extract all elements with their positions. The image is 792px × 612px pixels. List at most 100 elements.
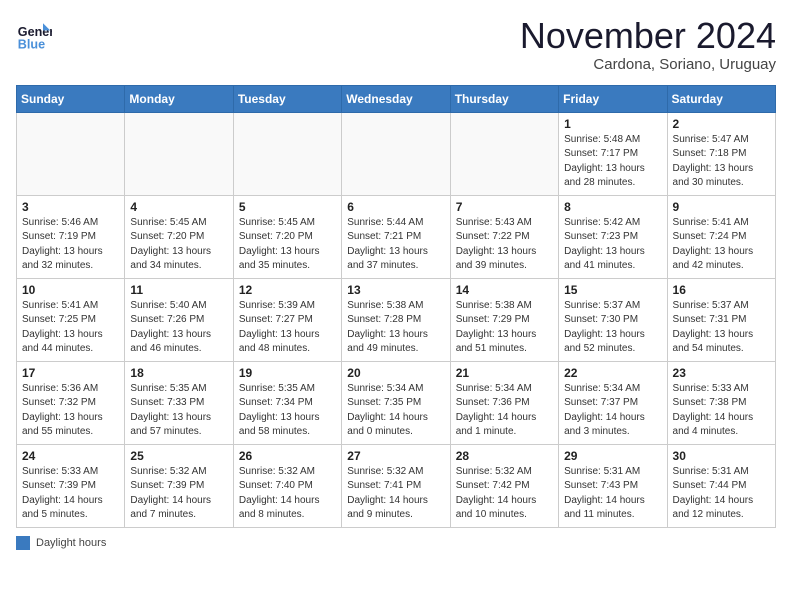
day-info: Sunrise: 5:34 AM Sunset: 7:35 PM Dayligh…	[347, 382, 444, 440]
weekday-tuesday: Tuesday	[233, 85, 341, 112]
day-cell: 20 Sunrise: 5:34 AM Sunset: 7:35 PM Dayli…	[342, 361, 450, 444]
location: Cardona, Soriano, Uruguay	[520, 56, 776, 73]
day-cell: 19 Sunrise: 5:35 AM Sunset: 7:34 PM Dayli…	[233, 361, 341, 444]
day-info: Sunrise: 5:34 AM Sunset: 7:36 PM Dayligh…	[456, 382, 553, 440]
day-info: Sunrise: 5:47 AM Sunset: 7:18 PM Dayligh…	[673, 133, 770, 191]
day-info: Sunrise: 5:35 AM Sunset: 7:34 PM Dayligh…	[239, 382, 336, 440]
weekday-saturday: Saturday	[667, 85, 775, 112]
day-cell: 8Sunrise: 5:42 AM Sunset: 7:23 PM Daylig…	[559, 195, 667, 278]
day-info: Sunrise: 5:42 AM Sunset: 7:23 PM Dayligh…	[564, 216, 661, 274]
day-cell: 10Sunrise: 5:41 AM Sunset: 7:25 PM Dayli…	[17, 278, 125, 361]
day-cell: 18 Sunrise: 5:35 AM Sunset: 7:33 PM Dayli…	[125, 361, 233, 444]
day-info: Sunrise: 5:32 AM Sunset: 7:39 PM Dayligh…	[130, 465, 227, 523]
day-cell: 24 Sunrise: 5:33 AM Sunset: 7:39 PM Dayli…	[17, 444, 125, 527]
day-info: Sunrise: 5:33 AM Sunset: 7:38 PM Dayligh…	[673, 382, 770, 440]
day-info: Sunrise: 5:40 AM Sunset: 7:26 PM Dayligh…	[130, 299, 227, 357]
legend: Daylight hours	[16, 536, 776, 550]
day-cell: 26 Sunrise: 5:32 AM Sunset: 7:40 PM Dayli…	[233, 444, 341, 527]
svg-text:Blue: Blue	[18, 37, 45, 51]
day-info: Sunrise: 5:33 AM Sunset: 7:39 PM Dayligh…	[22, 465, 119, 523]
day-info: Sunrise: 5:32 AM Sunset: 7:40 PM Dayligh…	[239, 465, 336, 523]
legend-label: Daylight hours	[36, 537, 106, 549]
day-cell: 28Sunrise: 5:32 AM Sunset: 7:42 PM Dayli…	[450, 444, 558, 527]
day-cell: 15 Sunrise: 5:37 AM Sunset: 7:30 PM Dayli…	[559, 278, 667, 361]
day-cell: 2 Sunrise: 5:47 AM Sunset: 7:18 PM Daylig…	[667, 112, 775, 195]
day-number: 30	[673, 449, 770, 463]
day-number: 23	[673, 366, 770, 380]
day-info: Sunrise: 5:43 AM Sunset: 7:22 PM Dayligh…	[456, 216, 553, 274]
day-number: 16	[673, 283, 770, 297]
title-block: November 2024 Cardona, Soriano, Uruguay	[520, 16, 776, 73]
day-info: Sunrise: 5:37 AM Sunset: 7:30 PM Dayligh…	[564, 299, 661, 357]
day-info: Sunrise: 5:44 AM Sunset: 7:21 PM Dayligh…	[347, 216, 444, 274]
day-cell	[125, 112, 233, 195]
day-cell: 30 Sunrise: 5:31 AM Sunset: 7:44 PM Dayli…	[667, 444, 775, 527]
page-header: General Blue November 2024 Cardona, Sori…	[16, 16, 776, 73]
day-number: 19	[239, 366, 336, 380]
week-row-3: 10Sunrise: 5:41 AM Sunset: 7:25 PM Dayli…	[17, 278, 776, 361]
day-cell	[233, 112, 341, 195]
day-number: 24	[22, 449, 119, 463]
weekday-header-row: SundayMondayTuesdayWednesdayThursdayFrid…	[17, 85, 776, 112]
day-info: Sunrise: 5:48 AM Sunset: 7:17 PM Dayligh…	[564, 133, 661, 191]
day-cell: 22 Sunrise: 5:34 AM Sunset: 7:37 PM Dayli…	[559, 361, 667, 444]
day-info: Sunrise: 5:39 AM Sunset: 7:27 PM Dayligh…	[239, 299, 336, 357]
weekday-monday: Monday	[125, 85, 233, 112]
day-info: Sunrise: 5:35 AM Sunset: 7:33 PM Dayligh…	[130, 382, 227, 440]
day-info: Sunrise: 5:31 AM Sunset: 7:44 PM Dayligh…	[673, 465, 770, 523]
day-number: 6	[347, 200, 444, 214]
day-number: 9	[673, 200, 770, 214]
day-number: 3	[22, 200, 119, 214]
day-number: 2	[673, 117, 770, 131]
day-cell: 9 Sunrise: 5:41 AM Sunset: 7:24 PM Daylig…	[667, 195, 775, 278]
day-cell: 16 Sunrise: 5:37 AM Sunset: 7:31 PM Dayli…	[667, 278, 775, 361]
day-info: Sunrise: 5:34 AM Sunset: 7:37 PM Dayligh…	[564, 382, 661, 440]
day-info: Sunrise: 5:38 AM Sunset: 7:28 PM Dayligh…	[347, 299, 444, 357]
day-number: 20	[347, 366, 444, 380]
month-title: November 2024	[520, 16, 776, 56]
day-info: Sunrise: 5:45 AM Sunset: 7:20 PM Dayligh…	[130, 216, 227, 274]
day-number: 27	[347, 449, 444, 463]
day-cell: 1Sunrise: 5:48 AM Sunset: 7:17 PM Daylig…	[559, 112, 667, 195]
day-number: 7	[456, 200, 553, 214]
weekday-wednesday: Wednesday	[342, 85, 450, 112]
legend-color-box	[16, 536, 30, 550]
day-cell: 17Sunrise: 5:36 AM Sunset: 7:32 PM Dayli…	[17, 361, 125, 444]
day-number: 29	[564, 449, 661, 463]
day-info: Sunrise: 5:36 AM Sunset: 7:32 PM Dayligh…	[22, 382, 119, 440]
day-info: Sunrise: 5:32 AM Sunset: 7:41 PM Dayligh…	[347, 465, 444, 523]
logo: General Blue	[16, 16, 52, 52]
day-cell: 27 Sunrise: 5:32 AM Sunset: 7:41 PM Dayli…	[342, 444, 450, 527]
day-cell: 29 Sunrise: 5:31 AM Sunset: 7:43 PM Dayli…	[559, 444, 667, 527]
day-number: 26	[239, 449, 336, 463]
day-cell	[17, 112, 125, 195]
logo-icon: General Blue	[16, 16, 52, 52]
day-info: Sunrise: 5:41 AM Sunset: 7:25 PM Dayligh…	[22, 299, 119, 357]
day-cell	[450, 112, 558, 195]
week-row-1: 1Sunrise: 5:48 AM Sunset: 7:17 PM Daylig…	[17, 112, 776, 195]
day-info: Sunrise: 5:31 AM Sunset: 7:43 PM Dayligh…	[564, 465, 661, 523]
day-number: 25	[130, 449, 227, 463]
day-cell: 5Sunrise: 5:45 AM Sunset: 7:20 PM Daylig…	[233, 195, 341, 278]
day-number: 18	[130, 366, 227, 380]
day-cell: 4 Sunrise: 5:45 AM Sunset: 7:20 PM Daylig…	[125, 195, 233, 278]
day-number: 4	[130, 200, 227, 214]
day-number: 22	[564, 366, 661, 380]
day-info: Sunrise: 5:32 AM Sunset: 7:42 PM Dayligh…	[456, 465, 553, 523]
week-row-2: 3 Sunrise: 5:46 AM Sunset: 7:19 PM Daylig…	[17, 195, 776, 278]
day-number: 15	[564, 283, 661, 297]
day-cell: 12Sunrise: 5:39 AM Sunset: 7:27 PM Dayli…	[233, 278, 341, 361]
day-cell: 14Sunrise: 5:38 AM Sunset: 7:29 PM Dayli…	[450, 278, 558, 361]
day-info: Sunrise: 5:38 AM Sunset: 7:29 PM Dayligh…	[456, 299, 553, 357]
week-row-4: 17Sunrise: 5:36 AM Sunset: 7:32 PM Dayli…	[17, 361, 776, 444]
day-cell: 13Sunrise: 5:38 AM Sunset: 7:28 PM Dayli…	[342, 278, 450, 361]
day-info: Sunrise: 5:41 AM Sunset: 7:24 PM Dayligh…	[673, 216, 770, 274]
day-info: Sunrise: 5:46 AM Sunset: 7:19 PM Dayligh…	[22, 216, 119, 274]
day-info: Sunrise: 5:37 AM Sunset: 7:31 PM Dayligh…	[673, 299, 770, 357]
day-cell	[342, 112, 450, 195]
day-cell: 11Sunrise: 5:40 AM Sunset: 7:26 PM Dayli…	[125, 278, 233, 361]
day-number: 5	[239, 200, 336, 214]
day-cell: 21Sunrise: 5:34 AM Sunset: 7:36 PM Dayli…	[450, 361, 558, 444]
day-cell: 23 Sunrise: 5:33 AM Sunset: 7:38 PM Dayli…	[667, 361, 775, 444]
day-cell: 6 Sunrise: 5:44 AM Sunset: 7:21 PM Daylig…	[342, 195, 450, 278]
